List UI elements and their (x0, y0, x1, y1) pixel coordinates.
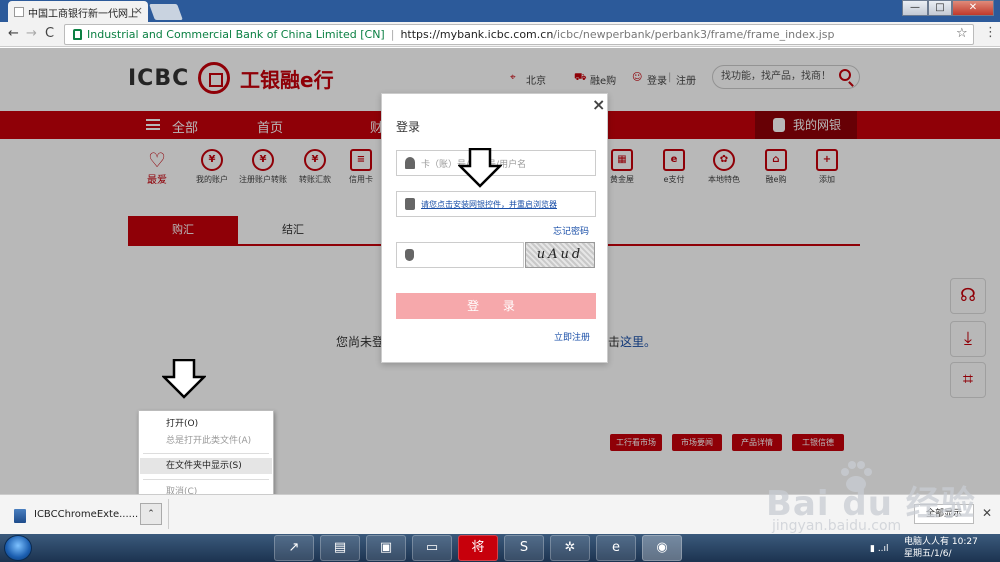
address-bar-row: ← → C Industrial and Commercial Bank of … (0, 22, 1000, 47)
login-dialog-title: 登录 (396, 120, 421, 134)
taskbar-app-paint[interactable]: ↗ (274, 535, 314, 561)
new-tab-button[interactable] (149, 4, 183, 20)
bookmark-star-icon[interactable]: ☆ (956, 26, 968, 41)
url-domain: https://mybank.icbc.com.cn (400, 28, 554, 41)
download-context-menu: 打开(O) 总是打开此类文件(A) 在文件夹中显示(S) 取消(C) (138, 410, 274, 504)
taskbar-app-network[interactable]: ▣ (366, 535, 406, 561)
taskbar-app-notes[interactable]: ▭ (412, 535, 452, 561)
menu-item-always-open[interactable]: 总是打开此类文件(A) (140, 433, 272, 449)
url-path: /icbc/newperbank/perbank3/frame/frame_in… (553, 28, 835, 41)
user-icon (405, 157, 415, 169)
captcha-image[interactable]: uAud (525, 242, 595, 268)
minimize-button[interactable]: — (902, 0, 928, 16)
browser-tab-strip: 中国工商银行新一代网上 × — □ ✕ (0, 0, 1000, 22)
forward-button[interactable]: → (26, 26, 37, 41)
start-button[interactable] (4, 535, 32, 561)
close-icon[interactable]: ✕ (982, 506, 992, 520)
register-now-link[interactable]: 立即注册 (554, 330, 590, 343)
secure-site-label: Industrial and Commercial Bank of China … (87, 28, 385, 41)
menu-divider (143, 453, 269, 454)
shield-icon (405, 249, 414, 261)
taskbar-app-ie[interactable]: e (596, 535, 636, 561)
password-field[interactable]: 请您点击安装网银控件，并重启浏览器 (396, 191, 596, 217)
browser-tab[interactable]: 中国工商银行新一代网上 × (8, 1, 148, 22)
browser-menu-icon[interactable]: ⋮ (984, 25, 997, 40)
menu-divider (143, 479, 269, 480)
taskbar-app-chess[interactable]: 将 (458, 535, 498, 561)
taskbar-app-settings[interactable]: ✲ (550, 535, 590, 561)
shelf-divider (168, 499, 169, 529)
forgot-password-link[interactable]: 忘记密码 (553, 224, 589, 237)
tray-clock-line2: 星期五/1/6/ (904, 549, 952, 559)
file-icon (14, 509, 26, 523)
tray-network-icon[interactable]: ▮ ..ıl (870, 544, 889, 554)
lock-icon (73, 29, 82, 40)
captcha-input[interactable] (396, 242, 524, 268)
taskbar-app-sogou[interactable]: S (504, 535, 544, 561)
tab-title: 中国工商银行新一代网上 (28, 9, 138, 20)
close-icon[interactable]: × (592, 95, 605, 114)
download-options-button[interactable]: ⌃ (140, 503, 162, 525)
menu-item-show-in-folder[interactable]: 在文件夹中显示(S) (140, 458, 272, 474)
close-window-button[interactable]: ✕ (952, 0, 994, 16)
down-arrow-icon (458, 148, 502, 188)
taskbar-app-explorer[interactable]: ▤ (320, 535, 360, 561)
tray-clock[interactable]: 电脑人人有 10:27 星期五/1/6/ (904, 536, 978, 560)
taskbar-app-chrome[interactable]: ◉ (642, 535, 682, 561)
maximize-button[interactable]: □ (928, 0, 952, 16)
url-separator: | (390, 28, 395, 41)
down-arrow-icon (162, 359, 206, 399)
windows-taskbar: ↗ ▤ ▣ ▭ 将 S ✲ e ◉ ▮ ..ıl 电脑人人有 10:27 星期五… (0, 534, 1000, 562)
tab-close-icon[interactable]: × (134, 4, 143, 17)
padlock-icon (405, 198, 415, 210)
reload-button[interactable]: C (45, 26, 54, 41)
tray-clock-line1: 电脑人人有 10:27 (904, 537, 978, 547)
download-filename[interactable]: ICBCChromeExte...... (34, 509, 138, 520)
login-dialog: × 登录 卡（账）号/手机号/用户名 请您点击安装网银控件，并重启浏览器 忘记密… (381, 93, 608, 363)
show-all-button[interactable]: 全部显示 (914, 504, 974, 524)
menu-item-open[interactable]: 打开(O) (140, 416, 272, 432)
url-input[interactable]: Industrial and Commercial Bank of China … (64, 24, 974, 45)
install-plugin-link[interactable]: 请您点击安装网银控件，并重启浏览器 (421, 199, 557, 210)
page-favicon-icon (14, 7, 24, 17)
login-button[interactable]: 登 录 (396, 293, 596, 319)
back-button[interactable]: ← (8, 26, 19, 41)
download-shelf: ICBCChromeExte...... ⌃ 全部显示 ✕ (0, 494, 1000, 534)
